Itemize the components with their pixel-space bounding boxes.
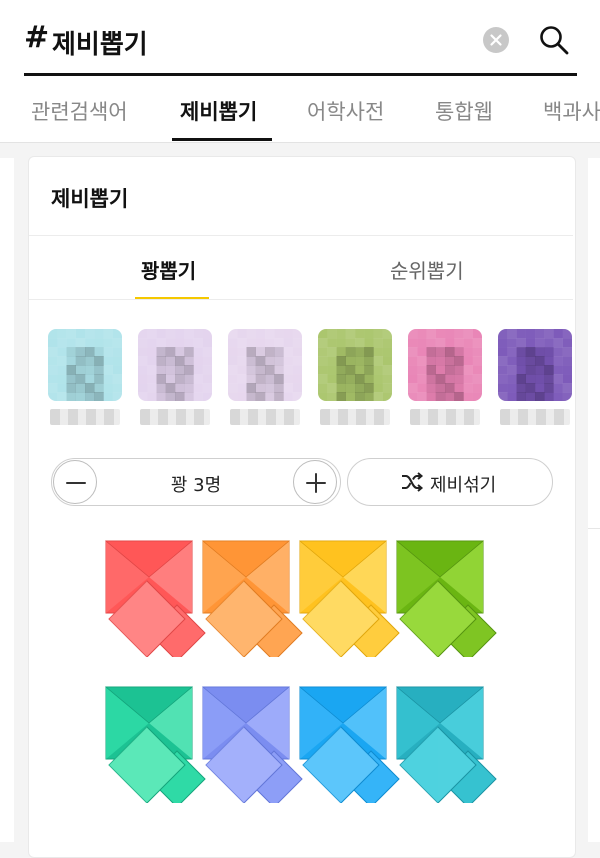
plus-icon <box>306 473 326 493</box>
participant-item[interactable] <box>138 329 212 429</box>
search-tabs: 관련검색어 제비뽑기 어학사전 통합웹 백과사 <box>0 76 600 143</box>
avatar-icon <box>48 329 122 401</box>
tab-related-searches[interactable]: 관련검색어 <box>31 96 128 126</box>
tab-web[interactable]: 통합웹 <box>435 96 493 126</box>
tab-encyclopedia[interactable]: 백과사 <box>543 96 600 126</box>
blank-count-stepper: 꽝 3명 <box>51 458 341 506</box>
participant-name-redacted <box>140 409 210 425</box>
tab-dictionary[interactable]: 어학사전 <box>307 96 384 126</box>
search-button[interactable] <box>538 24 570 56</box>
search-query[interactable]: 제비뽑기 <box>52 24 148 61</box>
participant-item[interactable] <box>498 329 572 429</box>
avatar-icon <box>318 329 392 401</box>
close-icon <box>490 34 502 46</box>
participant-name-redacted <box>230 409 300 425</box>
avatar-icon <box>228 329 302 401</box>
divider <box>29 299 573 300</box>
participant-item[interactable] <box>408 329 482 429</box>
participant-item[interactable] <box>318 329 392 429</box>
envelope-icon <box>395 540 497 662</box>
participant-item[interactable] <box>48 329 122 429</box>
lottery-envelope[interactable] <box>380 683 500 808</box>
envelope-icon <box>395 686 497 808</box>
participant-name-redacted <box>50 409 120 425</box>
lottery-envelopes <box>89 537 509 837</box>
participant-item[interactable] <box>228 329 302 429</box>
card-title: 제비뽑기 <box>51 187 129 211</box>
shuffle-button[interactable]: 제비섞기 <box>347 458 553 506</box>
participant-name-redacted <box>500 409 570 425</box>
search-icon <box>540 26 569 55</box>
search-bar: # 제비뽑기 <box>0 0 600 76</box>
divider <box>29 235 573 236</box>
lottery-envelope[interactable] <box>380 537 500 662</box>
increment-button[interactable] <box>293 460 337 504</box>
tab-blank-draw[interactable]: 꽝뽑기 <box>141 255 196 284</box>
shuffle-icon <box>402 472 424 492</box>
avatar-icon <box>498 329 572 401</box>
tab-rank-draw[interactable]: 순위뽑기 <box>390 255 464 284</box>
participant-name-redacted <box>320 409 390 425</box>
hashtag-symbol: # <box>24 20 50 55</box>
shuffle-label: 제비섞기 <box>430 475 497 496</box>
previous-card-edge <box>0 158 14 842</box>
clear-search-button[interactable] <box>483 27 509 53</box>
avatar-icon <box>408 329 482 401</box>
active-tab-indicator <box>172 138 272 141</box>
participant-name-redacted <box>410 409 480 425</box>
next-card-edge <box>588 158 600 842</box>
lottery-card: 제비뽑기 꽝뽑기 순위뽑기 꽝 3명 제비섞기 <box>28 156 576 858</box>
participants-list <box>48 329 572 429</box>
avatar-icon <box>138 329 212 401</box>
tab-lottery[interactable]: 제비뽑기 <box>180 96 257 126</box>
